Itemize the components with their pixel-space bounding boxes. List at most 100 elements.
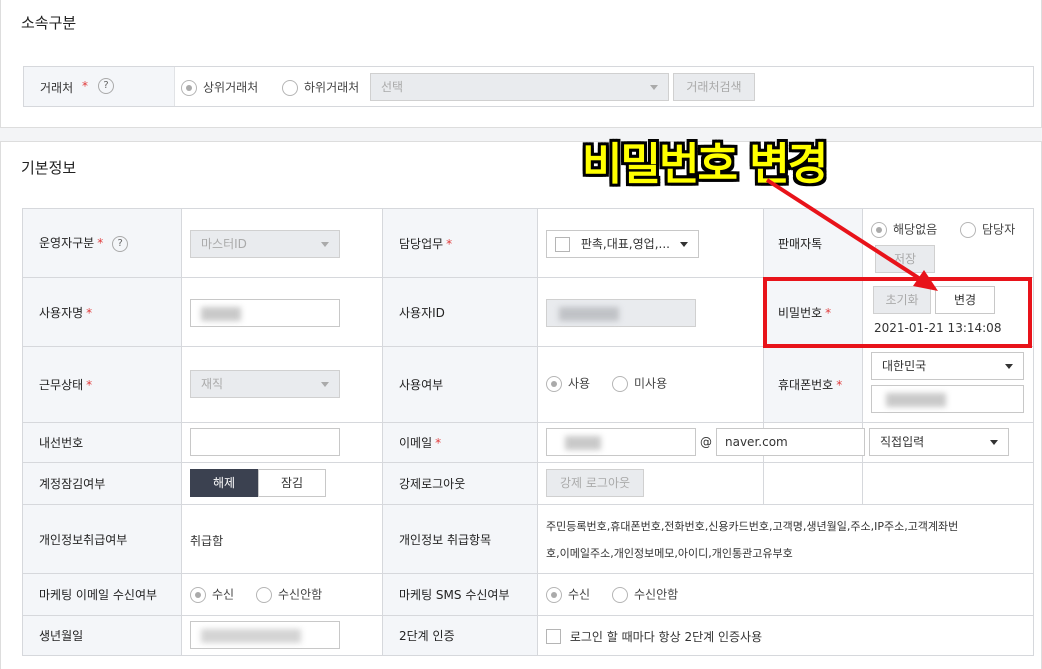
lock-toggle-button[interactable]: 잠김 xyxy=(258,469,326,497)
radio-lower-partner[interactable]: 하위거래처 xyxy=(282,79,359,96)
user-name-input[interactable] xyxy=(190,299,340,327)
force-logout-button[interactable]: 강제 로그아웃 xyxy=(546,469,644,497)
mobile-number-input[interactable] xyxy=(871,385,1024,413)
mobile-label-cell: 휴대폰번호 * xyxy=(763,346,863,423)
help-icon[interactable]: ? xyxy=(98,78,114,94)
radio-upper-partner[interactable]: 상위거래처 xyxy=(181,79,258,96)
privacy-handling-label: 개인정보취급여부 xyxy=(39,532,128,547)
user-name-label: 사용자명 xyxy=(39,305,84,320)
chevron-down-icon xyxy=(990,440,998,445)
account-lock-cell: 해제 잠김 xyxy=(181,462,383,505)
chevron-down-icon xyxy=(321,382,329,387)
radio-email-reject[interactable]: 수신안함 xyxy=(256,586,322,603)
use-status-label-cell: 사용여부 xyxy=(382,346,538,423)
duty-cell: 판촉,대표,영업,... xyxy=(537,208,764,278)
work-status-value: 재직 xyxy=(201,377,224,391)
marketing-sms-label: 마케팅 SMS 수신여부 xyxy=(399,588,510,602)
radio-sales-talk-none[interactable]: 해당없음 xyxy=(871,221,937,238)
user-id-label: 사용자ID xyxy=(399,305,445,320)
extension-input[interactable] xyxy=(190,428,340,456)
mobile-country-value: 대한민국 xyxy=(882,359,927,373)
radio-empty-icon xyxy=(282,79,298,96)
checkbox-icon xyxy=(546,629,561,644)
privacy-items-label-cell: 개인정보 취급항목 xyxy=(382,504,538,574)
chevron-down-icon xyxy=(321,242,329,247)
affiliation-label-cell: 거래처 * ? xyxy=(24,67,175,106)
email-at-sign: @ xyxy=(700,435,712,449)
email-domain-select[interactable]: 직접입력 xyxy=(869,428,1009,456)
marketing-email-label: 마케팅 이메일 수신여부 xyxy=(39,588,158,602)
two-factor-checkbox[interactable]: 로그인 할 때마다 항상 2단계 인증사용 xyxy=(546,628,762,645)
work-status-select[interactable]: 재직 xyxy=(190,370,340,398)
radio-selected-icon xyxy=(546,586,562,603)
force-logout-cell: 강제 로그아웃 xyxy=(537,462,764,505)
mobile-country-select[interactable]: 대한민국 xyxy=(871,352,1024,380)
unlock-toggle-button[interactable]: 해제 xyxy=(190,469,258,497)
force-logout-label: 강제로그아웃 xyxy=(399,477,466,491)
email-domain-input[interactable]: naver.com xyxy=(716,428,865,456)
birthday-cell xyxy=(181,615,383,656)
duty-select[interactable]: 판촉,대표,영업,... xyxy=(546,230,699,258)
annotation-highlight-box xyxy=(763,277,1032,348)
affiliation-panel: 소속구분 거래처 * ? 상위거래처 하위거래처 선택 거래처검색 xyxy=(0,0,1042,128)
extension-cell xyxy=(181,422,383,463)
account-lock-label: 계정잠김여부 xyxy=(39,477,106,491)
duty-label: 담당업무 xyxy=(399,236,444,251)
user-id-label-cell: 사용자ID xyxy=(382,277,538,347)
marketing-sms-label-cell: 마케팅 SMS 수신여부 xyxy=(382,573,538,616)
two-factor-label-cell: 2단계 인증 xyxy=(382,615,538,656)
operator-type-cell: 마스터ID xyxy=(181,208,383,278)
help-icon[interactable]: ? xyxy=(112,235,129,252)
extension-label: 내선번호 xyxy=(39,436,84,450)
sales-talk-save-button[interactable]: 저장 xyxy=(875,245,935,273)
operator-type-value: 마스터ID xyxy=(201,237,247,251)
empty-cell xyxy=(763,462,863,505)
basic-info-form: 운영자구분 *? 마스터ID 담당업무 * 판촉,대표,영업,... 판매자톡 해당… xyxy=(22,208,1034,656)
empty-cell xyxy=(862,462,1034,505)
operator-type-select[interactable]: 마스터ID xyxy=(190,230,340,258)
operator-type-label-cell: 운영자구분 *? xyxy=(22,208,182,278)
radio-unused[interactable]: 미사용 xyxy=(612,375,667,392)
mobile-label: 휴대폰번호 xyxy=(778,378,834,392)
force-logout-label-cell: 강제로그아웃 xyxy=(382,462,538,505)
chevron-down-icon xyxy=(1005,364,1013,369)
marketing-email-cell: 수신 수신안함 xyxy=(181,573,383,616)
required-mark: * xyxy=(82,79,88,93)
privacy-items-cell: 주민등록번호,휴대폰번호,전화번호,신용카드번호,고객명,생년월일,주소,IP주… xyxy=(537,504,1034,574)
sales-talk-cell: 해당없음 담당자 저장 xyxy=(862,208,1034,278)
chevron-down-icon xyxy=(680,242,688,247)
two-factor-cell: 로그인 할 때마다 항상 2단계 인증사용 xyxy=(537,615,1034,656)
use-status-label: 사용여부 xyxy=(399,378,444,392)
radio-empty-icon xyxy=(612,375,628,392)
radio-sales-talk-manager[interactable]: 담당자 xyxy=(960,221,1015,238)
two-factor-label: 2단계 인증 xyxy=(399,629,455,643)
privacy-handling-cell: 취급함 xyxy=(181,504,383,574)
partner-select-value: 선택 xyxy=(381,80,404,94)
partner-search-button[interactable]: 거래처검색 xyxy=(673,73,755,101)
basic-info-section-title: 기본정보 xyxy=(21,159,77,177)
redacted-text xyxy=(201,629,301,643)
radio-sms-reject[interactable]: 수신안함 xyxy=(612,586,678,603)
radio-use[interactable]: 사용 xyxy=(546,375,590,392)
work-status-label-cell: 근무상태 * xyxy=(22,346,182,423)
redacted-text xyxy=(201,307,241,321)
annotation-caption: 비밀번호 변경 xyxy=(582,139,828,190)
email-local-input[interactable] xyxy=(546,428,696,456)
partner-select[interactable]: 선택 xyxy=(370,73,669,101)
privacy-handling-value: 취급함 xyxy=(190,534,224,548)
privacy-items-line-2: 호,이메일주소,개인정보메모,아이디,개인통관고유부호 xyxy=(546,547,793,560)
radio-sms-receive[interactable]: 수신 xyxy=(546,586,590,603)
radio-email-receive[interactable]: 수신 xyxy=(190,586,234,603)
email-label-cell: 이메일 * xyxy=(382,422,538,463)
birthday-label-cell: 생년월일 xyxy=(22,615,182,656)
radio-empty-icon xyxy=(960,221,976,238)
duty-label-cell: 담당업무 * xyxy=(382,208,538,278)
radio-selected-icon xyxy=(546,375,562,392)
redacted-text xyxy=(565,436,601,450)
checkbox-icon xyxy=(555,237,570,252)
birthday-label: 생년월일 xyxy=(39,629,84,643)
privacy-items-line-1: 주민등록번호,휴대폰번호,전화번호,신용카드번호,고객명,생년월일,주소,IP주… xyxy=(546,520,959,533)
birthday-input[interactable] xyxy=(190,621,340,649)
work-status-cell: 재직 xyxy=(181,346,383,423)
account-lock-label-cell: 계정잠김여부 xyxy=(22,462,182,505)
